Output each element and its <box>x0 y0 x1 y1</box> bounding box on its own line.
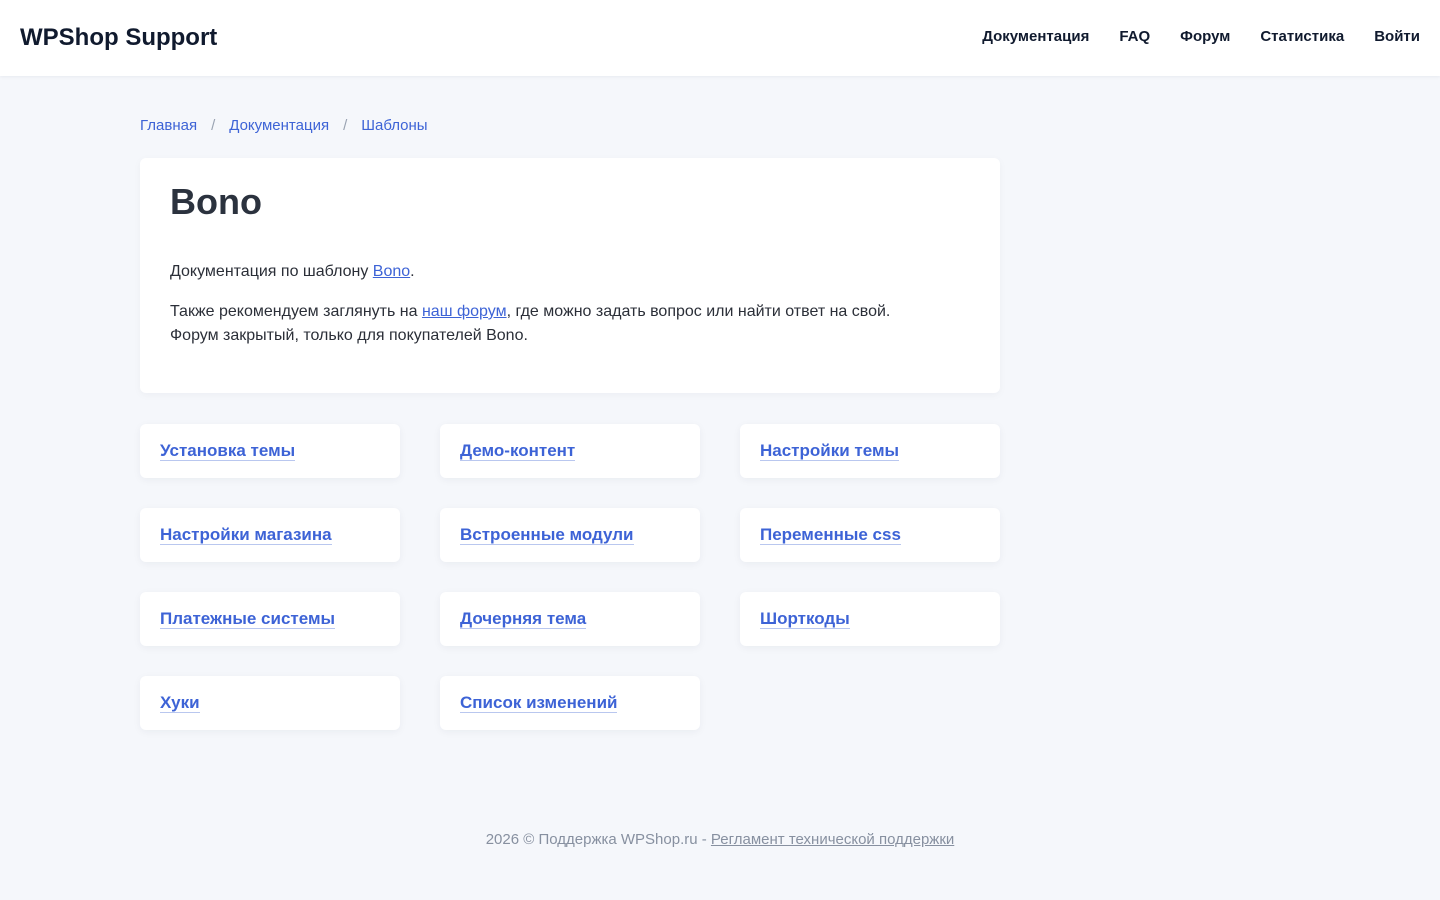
breadcrumb-docs[interactable]: Документация <box>229 117 329 135</box>
site-header: WPShop Support Документация FAQ Форум Ст… <box>0 0 1440 76</box>
doc-link-demo[interactable]: Демо-контент <box>460 441 576 461</box>
nav-item-forum[interactable]: Форум <box>1180 28 1230 46</box>
intro-text: Форум закрытый, только для покупателей B… <box>170 327 528 344</box>
forum-link[interactable]: наш форум <box>422 303 507 320</box>
doc-card-demo: Демо-контент <box>440 424 700 478</box>
breadcrumb-home[interactable]: Главная <box>140 117 197 135</box>
intro-text: . <box>410 263 415 280</box>
nav-item-docs[interactable]: Документация <box>982 28 1089 46</box>
doc-link-hooks[interactable]: Хуки <box>160 693 200 713</box>
doc-link-shortcodes[interactable]: Шорткоды <box>760 609 850 629</box>
intro-paragraph-2: Также рекомендуем заглянуть на наш форум… <box>170 300 970 348</box>
doc-link-install[interactable]: Установка темы <box>160 441 296 461</box>
doc-card-modules: Встроенные модули <box>440 508 700 562</box>
breadcrumb: Главная / Документация / Шаблоны <box>140 117 428 135</box>
doc-link-payments[interactable]: Платежные системы <box>160 609 336 629</box>
doc-link-theme-settings[interactable]: Настройки темы <box>760 441 900 461</box>
doc-link-child-theme[interactable]: Дочерняя тема <box>460 609 587 629</box>
doc-card-shop-settings: Настройки магазина <box>140 508 400 562</box>
bono-link[interactable]: Bono <box>373 263 410 280</box>
doc-card-changelog: Список изменений <box>440 676 700 730</box>
doc-card-css-vars: Переменные css <box>740 508 1000 562</box>
intro-text: Также рекомендуем заглянуть на <box>170 303 422 320</box>
nav-item-faq[interactable]: FAQ <box>1119 28 1150 46</box>
doc-card-shortcodes: Шорткоды <box>740 592 1000 646</box>
breadcrumb-templates[interactable]: Шаблоны <box>361 117 427 135</box>
support-policy-link[interactable]: Регламент технической поддержки <box>711 831 954 848</box>
nav-item-stats[interactable]: Статистика <box>1260 28 1344 46</box>
doc-card-hooks: Хуки <box>140 676 400 730</box>
main-nav: Документация FAQ Форум Статистика Войти <box>982 28 1420 46</box>
footer-copyright: 2026 © Поддержка WPShop.ru - <box>485 831 711 848</box>
doc-link-css-vars[interactable]: Переменные css <box>760 525 901 545</box>
doc-card-install: Установка темы <box>140 424 400 478</box>
breadcrumb-separator: / <box>211 117 216 134</box>
intro-text: Документация по шаблону <box>170 263 373 280</box>
doc-card-child-theme: Дочерняя тема <box>440 592 700 646</box>
doc-link-shop-settings[interactable]: Настройки магазина <box>160 525 332 545</box>
doc-link-modules[interactable]: Встроенные модули <box>460 525 634 545</box>
intro-card: Bono Документация по шаблону Bono. Также… <box>140 158 1000 393</box>
doc-link-changelog[interactable]: Список изменений <box>460 693 618 713</box>
nav-item-login[interactable]: Войти <box>1374 28 1420 46</box>
site-footer: 2026 © Поддержка WPShop.ru - Регламент т… <box>0 831 1440 849</box>
intro-paragraph-1: Документация по шаблону Bono. <box>170 260 970 284</box>
page-title: Bono <box>170 181 262 222</box>
doc-card-payments: Платежные системы <box>140 592 400 646</box>
intro-text: , где можно задать вопрос или найти отве… <box>506 303 891 320</box>
site-logo[interactable]: WPShop Support <box>20 23 217 53</box>
breadcrumb-separator: / <box>343 117 348 134</box>
doc-card-theme-settings: Настройки темы <box>740 424 1000 478</box>
